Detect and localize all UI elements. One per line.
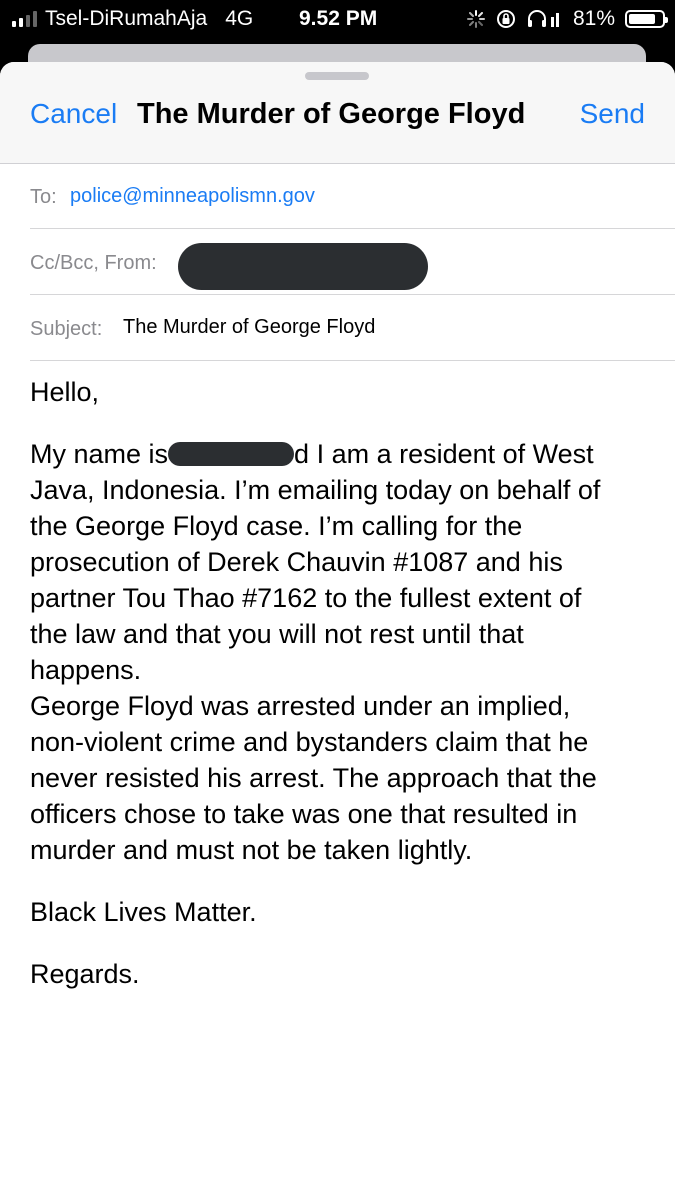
signal-icon bbox=[12, 11, 37, 27]
paragraph-2: George Floyd was arrested under an impli… bbox=[30, 688, 650, 868]
body-text: d I am a resident of West bbox=[294, 439, 594, 469]
activity-spinner-icon bbox=[466, 10, 485, 28]
to-field[interactable]: To: police@minneapolismn.gov bbox=[30, 164, 675, 229]
carrier-name: Tsel-DiRumahAja bbox=[45, 7, 208, 30]
body-line: Java, Indonesia. I’m emailing today on b… bbox=[30, 475, 601, 505]
clock: 9.52 PM bbox=[299, 7, 378, 30]
battery-icon bbox=[625, 10, 668, 28]
body-line: George Floyd was arrested under an impli… bbox=[30, 691, 571, 721]
status-bar: Tsel-DiRumahAja 4G 9.52 PM 81% bbox=[0, 0, 675, 38]
message-body[interactable]: Hello, My name is d I am a resident of We… bbox=[30, 372, 650, 992]
battery-fill bbox=[629, 14, 655, 24]
greeting: Hello, bbox=[30, 377, 100, 407]
body-line: non-violent crime and bystanders claim t… bbox=[30, 727, 589, 757]
redacted-name bbox=[168, 442, 295, 466]
cancel-button[interactable]: Cancel bbox=[30, 98, 117, 130]
send-button[interactable]: Send bbox=[580, 98, 645, 130]
sheet-grabber[interactable] bbox=[305, 72, 369, 80]
body-line: officers chose to take was one that resu… bbox=[30, 799, 578, 829]
to-label: To: bbox=[30, 186, 57, 208]
body-line: happens. bbox=[30, 655, 142, 685]
body-text: My name is bbox=[30, 439, 169, 469]
cc-bcc-from-label: Cc/Bcc, From: bbox=[30, 252, 157, 274]
body-line: the law and that you will not rest until… bbox=[30, 619, 524, 649]
body-line: partner Tou Thao #7162 to the fullest ex… bbox=[30, 583, 582, 613]
subject-field[interactable]: Subject: The Murder of George Floyd bbox=[30, 296, 675, 361]
network-type: 4G bbox=[225, 7, 254, 30]
to-recipient[interactable]: police@minneapolismn.gov bbox=[70, 185, 315, 208]
cc-bcc-from-field[interactable]: Cc/Bcc, From: bbox=[30, 230, 675, 295]
compose-sheet: Cancel The Murder of George Floyd Send T… bbox=[0, 62, 675, 1200]
status-right: 81% bbox=[466, 7, 668, 31]
redacted-sender bbox=[178, 243, 428, 290]
status-left: Tsel-DiRumahAja 4G bbox=[12, 7, 253, 31]
headphones-icon bbox=[527, 10, 559, 27]
body-line: the George Floyd case. I’m calling for t… bbox=[30, 511, 523, 541]
closing: Regards. bbox=[30, 959, 140, 989]
compose-title: The Murder of George Floyd bbox=[137, 98, 526, 130]
body-line: never resisted his arrest. The approach … bbox=[30, 763, 597, 793]
paragraph-3: Black Lives Matter. bbox=[30, 897, 257, 927]
compose-header: Cancel The Murder of George Floyd Send bbox=[0, 62, 675, 164]
battery-percent: 81% bbox=[572, 7, 615, 30]
subject-input[interactable]: The Murder of George Floyd bbox=[123, 316, 375, 339]
body-line: My name is d I am a resident of West bbox=[30, 439, 594, 469]
body-line: prosecution of Derek Chauvin #1087 and h… bbox=[30, 547, 563, 577]
subject-label: Subject: bbox=[30, 318, 103, 340]
paragraph-1: My name is d I am a resident of West Java… bbox=[30, 436, 650, 688]
orientation-lock-icon bbox=[496, 10, 515, 28]
body-line: murder and must not be taken lightly. bbox=[30, 835, 473, 865]
